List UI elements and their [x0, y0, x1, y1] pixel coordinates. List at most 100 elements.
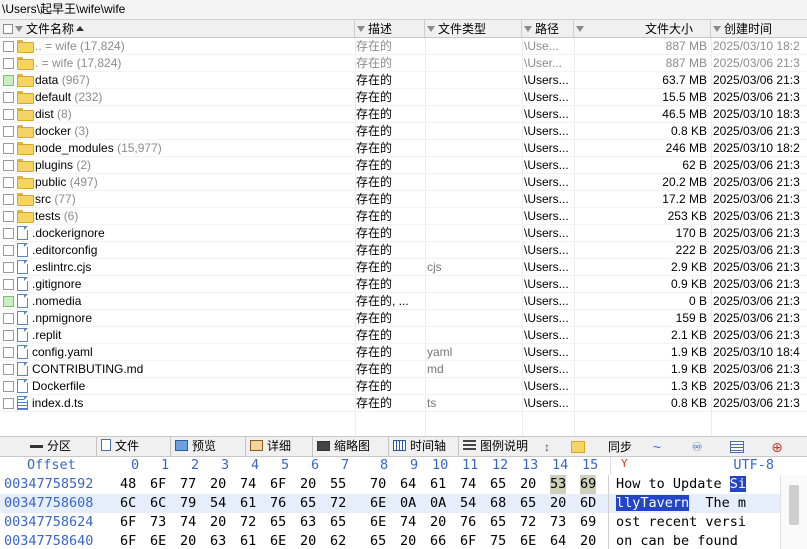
file-name-cell[interactable]: .replit — [17, 327, 355, 344]
file-name-cell[interactable]: docker (3) — [17, 123, 355, 140]
file-name-cell[interactable]: Dockerfile — [17, 378, 355, 395]
hex-byte[interactable]: 54 — [460, 494, 476, 513]
row-checkbox[interactable] — [3, 157, 15, 174]
hex-byte[interactable]: 20 — [580, 532, 596, 549]
file-row[interactable]: dist (8) 存在的 \Users... 46.5 MB 2025/03/10 18… — [0, 106, 807, 123]
file-name-cell[interactable]: node_modules (15,977) — [17, 140, 355, 157]
sort-arrows-icon[interactable]: ↕ — [540, 439, 554, 455]
file-name-cell[interactable]: .eslintrc.cjs — [17, 259, 355, 276]
column-name[interactable]: 文件名称 — [0, 20, 355, 38]
checkbox[interactable] — [3, 92, 14, 103]
encoding-header[interactable]: Y UTF-8 — [610, 457, 780, 475]
hex-byte[interactable]: 79 — [180, 494, 196, 513]
hex-byte[interactable]: 6C — [120, 494, 136, 513]
hex-byte[interactable]: 20 — [520, 475, 536, 494]
hex-byte[interactable]: 69 — [580, 475, 597, 494]
file-row[interactable]: src (77) 存在的 \Users... 17.2 MB 2025/03/06 21… — [0, 191, 807, 208]
checkbox[interactable] — [3, 262, 14, 273]
row-checkbox[interactable] — [3, 293, 15, 310]
hex-byte[interactable]: 64 — [550, 532, 566, 549]
file-name-cell[interactable]: tests (6) — [17, 208, 355, 225]
file-name-cell[interactable]: config.yaml — [17, 344, 355, 361]
hex-byte[interactable]: 63 — [210, 532, 226, 549]
file-row[interactable]: config.yaml 存在的 yaml \Users... 1.9 KB 2025/03… — [0, 344, 807, 361]
hex-byte[interactable]: 6D — [580, 494, 596, 513]
checkbox[interactable] — [3, 143, 14, 154]
row-checkbox[interactable] — [3, 123, 15, 140]
column-path[interactable]: 路径 — [522, 20, 574, 38]
file-row[interactable]: .npmignore 存在的 \Users... 159 B 2025/03/06 21… — [0, 310, 807, 327]
file-name-cell[interactable]: .editorconfig — [17, 242, 355, 259]
file-row[interactable]: data (967) 存在的 \Users... 63.7 MB 2025/03/06 … — [0, 72, 807, 89]
filter-icon[interactable] — [576, 26, 584, 32]
row-checkbox[interactable] — [3, 89, 15, 106]
hex-byte[interactable]: 61 — [430, 475, 446, 494]
file-row[interactable]: . = wife (17,824) 存在的 \User... 887 MB 2025/0… — [0, 55, 807, 72]
checkbox[interactable] — [3, 398, 14, 409]
file-row[interactable]: .gitignore 存在的 \Users... 0.9 KB 2025/03/06 2… — [0, 276, 807, 293]
hex-byte[interactable]: 6C — [150, 494, 166, 513]
hex-byte[interactable]: 54 — [210, 494, 226, 513]
hex-byte[interactable]: 20 — [400, 532, 416, 549]
file-row[interactable]: docker (3) 存在的 \Users... 0.8 KB 2025/03/06 2… — [0, 123, 807, 140]
file-row[interactable]: index.d.ts 存在的 ts \Users... 0.8 KB 2025/03/06… — [0, 395, 807, 412]
hex-byte[interactable]: 6E — [370, 513, 386, 532]
checkbox[interactable] — [3, 313, 14, 324]
hex-byte[interactable]: 6F — [120, 532, 136, 549]
hex-byte[interactable]: 64 — [400, 475, 416, 494]
hex-byte[interactable]: 6E — [150, 532, 166, 549]
row-checkbox[interactable] — [3, 344, 15, 361]
checkbox[interactable] — [3, 177, 14, 188]
file-row[interactable]: Dockerfile 存在的 \Users... 1.3 KB 2025/03/06 2… — [0, 378, 807, 395]
checkbox[interactable] — [3, 228, 14, 239]
hex-byte[interactable]: 65 — [520, 494, 536, 513]
row-checkbox[interactable] — [3, 208, 15, 225]
file-name-cell[interactable]: index.d.ts — [17, 395, 355, 412]
tab-preview[interactable]: 预览 — [170, 437, 216, 456]
hex-byte[interactable]: 61 — [240, 494, 256, 513]
hex-byte[interactable]: 53 — [550, 475, 567, 494]
hex-byte[interactable]: 6E — [370, 494, 386, 513]
sync-button[interactable]: 同步 — [605, 439, 635, 455]
row-checkbox[interactable] — [3, 106, 15, 123]
file-row[interactable]: tests (6) 存在的 \Users... 253 KB 2025/03/06 21… — [0, 208, 807, 225]
hex-byte[interactable]: 63 — [300, 513, 316, 532]
tab-split[interactable]: 分区 — [26, 437, 71, 456]
row-checkbox[interactable] — [3, 276, 15, 293]
hex-byte[interactable]: 70 — [370, 475, 386, 494]
hex-byte[interactable]: 65 — [330, 513, 346, 532]
hex-byte[interactable]: 0A — [430, 494, 446, 513]
file-row[interactable]: .editorconfig 存在的 \Users... 222 B 2025/03/06… — [0, 242, 807, 259]
folder-sync-icon[interactable] — [566, 439, 590, 455]
hex-byte[interactable]: 20 — [430, 513, 446, 532]
checkbox[interactable] — [3, 279, 14, 290]
hex-byte[interactable]: 74 — [460, 475, 476, 494]
file-name-cell[interactable]: default (232) — [17, 89, 355, 106]
hex-byte[interactable]: 62 — [330, 532, 346, 549]
hex-byte[interactable]: 0A — [400, 494, 416, 513]
checkbox[interactable] — [3, 41, 14, 52]
hex-byte[interactable]: 20 — [210, 475, 226, 494]
hex-byte[interactable]: 6F — [270, 475, 286, 494]
path-bar[interactable]: \Users\起早王\wife\wife — [0, 0, 807, 20]
hex-byte[interactable]: 72 — [240, 513, 256, 532]
checkbox[interactable] — [3, 75, 14, 86]
row-checkbox[interactable] — [3, 225, 15, 242]
tab-details[interactable]: 详细 — [245, 437, 291, 456]
file-row[interactable]: CONTRIBUTING.md 存在的 md \Users... 1.9 KB 2025/… — [0, 361, 807, 378]
hex-viewer[interactable]: Offset 0 1 2 3 4 5 6 7 8 9 10 11 12 13 14 15 Y UTF-8 00… — [0, 457, 807, 549]
file-name-cell[interactable]: CONTRIBUTING.md — [17, 361, 355, 378]
checkbox[interactable] — [3, 347, 14, 358]
filter-icon[interactable] — [427, 26, 435, 32]
tab-legend[interactable]: 图例说明 — [458, 437, 528, 456]
target-icon[interactable]: ⊕ — [762, 439, 792, 455]
hex-byte[interactable]: 20 — [300, 532, 316, 549]
hex-byte[interactable]: 72 — [520, 513, 536, 532]
checkbox[interactable] — [3, 245, 14, 256]
file-name-cell[interactable]: .gitignore — [17, 276, 355, 293]
filter-icon[interactable] — [713, 26, 721, 32]
filter-icon[interactable] — [15, 26, 23, 32]
hex-scrollbar[interactable] — [780, 475, 807, 549]
file-name-cell[interactable]: . = wife (17,824) — [17, 55, 355, 72]
hex-byte[interactable]: 68 — [490, 494, 506, 513]
